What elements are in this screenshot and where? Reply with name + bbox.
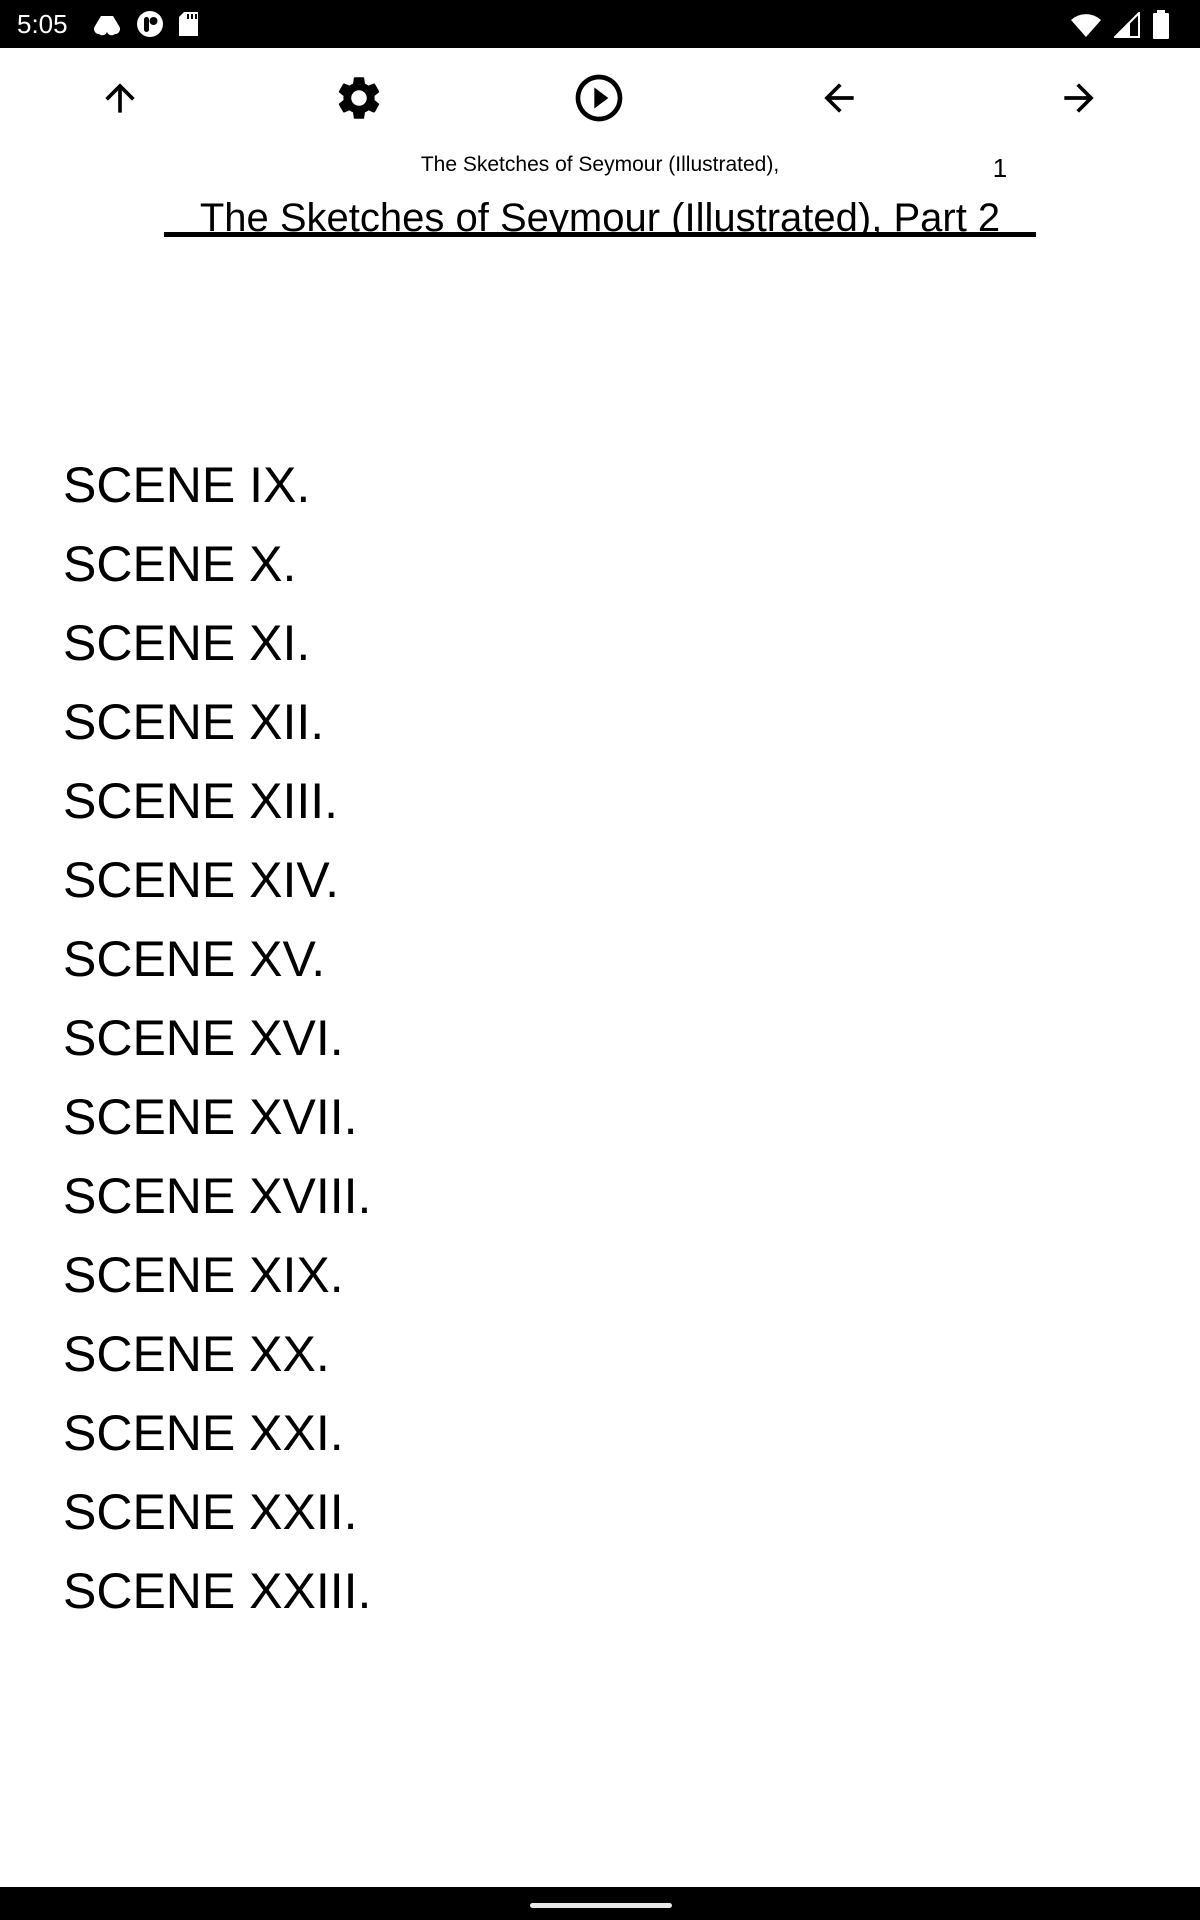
system-navigation-bar: [0, 1887, 1200, 1920]
scene-link[interactable]: SCENE XX.: [63, 1315, 371, 1394]
scene-link[interactable]: SCENE XV.: [63, 920, 371, 999]
reader-toolbar: [0, 48, 1200, 148]
scene-link[interactable]: SCENE XVIII.: [63, 1157, 371, 1236]
scene-list: SCENE IX. SCENE X. SCENE XI. SCENE XII. …: [63, 446, 371, 1631]
scene-link[interactable]: SCENE XVII.: [63, 1078, 371, 1157]
title-divider: [164, 232, 1036, 237]
play-circle-icon: [571, 70, 627, 131]
arrow-left-icon: [817, 76, 861, 125]
chapter-title-container: The Sketches of Seymour (Illustrated), P…: [164, 192, 1036, 234]
gear-icon: [333, 72, 385, 129]
scene-link[interactable]: SCENE XII.: [63, 683, 371, 762]
cellular-signal-icon: [1114, 12, 1140, 38]
scene-link[interactable]: SCENE XIV.: [63, 841, 371, 920]
play-button[interactable]: [567, 68, 631, 132]
next-button[interactable]: [1047, 68, 1111, 132]
sd-card-icon: [178, 11, 200, 37]
scene-link[interactable]: SCENE X.: [63, 525, 371, 604]
scene-link[interactable]: SCENE XI.: [63, 604, 371, 683]
scene-link[interactable]: SCENE XIX.: [63, 1236, 371, 1315]
notification-icons: [92, 10, 200, 38]
scene-link[interactable]: SCENE XIII.: [63, 762, 371, 841]
arrow-right-icon: [1057, 76, 1101, 125]
scene-link[interactable]: SCENE XXI.: [63, 1394, 371, 1473]
home-gesture-handle[interactable]: [530, 1903, 672, 1908]
book-title-header: The Sketches of Seymour (Illustrated), P…: [420, 153, 780, 186]
app-notification-icon: [136, 10, 164, 38]
status-time: 5:05: [17, 9, 68, 39]
previous-button[interactable]: [807, 68, 871, 132]
scene-link[interactable]: SCENE XXII.: [63, 1473, 371, 1552]
arrow-up-icon: [98, 76, 142, 125]
battery-icon: [1152, 10, 1170, 40]
up-button[interactable]: [88, 68, 152, 132]
scene-link[interactable]: SCENE IX.: [63, 446, 371, 525]
scene-link[interactable]: SCENE XVI.: [63, 999, 371, 1078]
system-icons: [1070, 10, 1170, 40]
chapter-title: The Sketches of Seymour (Illustrated), P…: [199, 196, 1001, 234]
status-bar: 5:05: [0, 0, 1200, 48]
scene-link[interactable]: SCENE XXIII.: [63, 1552, 371, 1631]
wifi-icon: [1070, 12, 1102, 38]
settings-button[interactable]: [327, 68, 391, 132]
drive-icon: [92, 12, 122, 36]
page-number: 1: [992, 153, 1008, 183]
